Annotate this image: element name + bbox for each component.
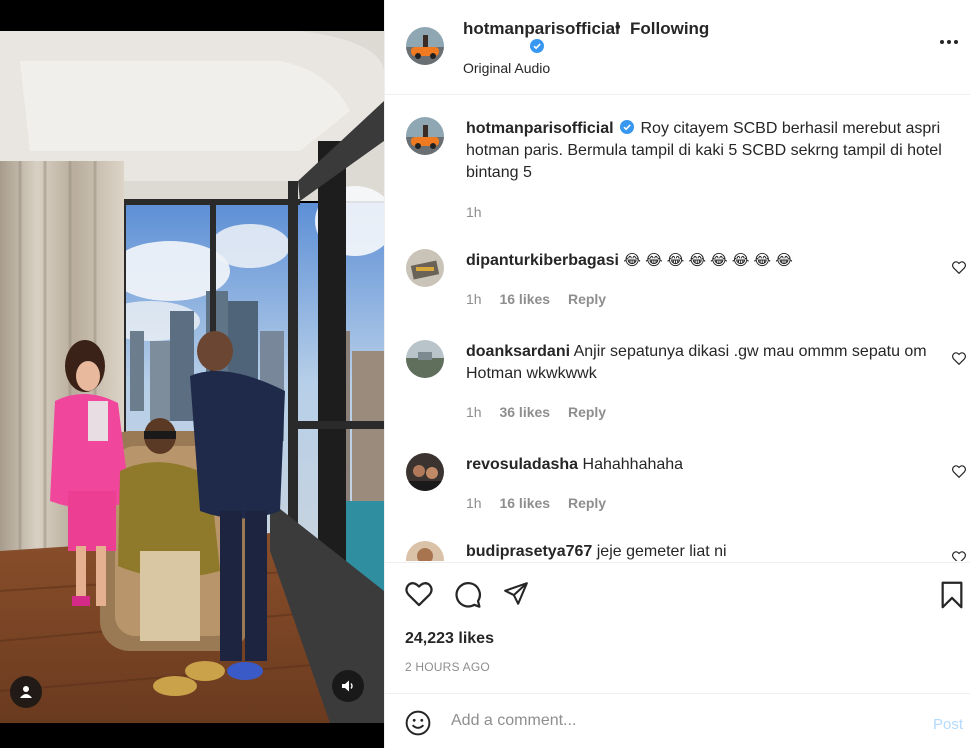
- comment-username[interactable]: revosuladasha: [466, 456, 578, 473]
- speaker-icon: [342, 680, 353, 692]
- bookmark-icon[interactable]: [940, 581, 964, 609]
- commenter-avatar[interactable]: [406, 453, 444, 491]
- original-audio-link[interactable]: Original Audio: [463, 60, 550, 76]
- caption-username[interactable]: hotmanparisofficial: [466, 120, 614, 137]
- comment-meta: 1h 16 likes Reply: [466, 495, 620, 511]
- commenter-avatar[interactable]: [406, 249, 444, 287]
- reply-button[interactable]: Reply: [568, 291, 606, 307]
- post-comment-button[interactable]: Post: [933, 716, 963, 733]
- post-actions: 24,223 likes 2 HOURS AGO: [385, 562, 970, 692]
- comment-text-block: dipanturkiberbagasi 😂 😂 😂 😂 😂 😂 😂 😂: [466, 250, 946, 272]
- comment-like-icon[interactable]: [952, 352, 966, 365]
- commenter-avatar[interactable]: [406, 340, 444, 378]
- caption-meta: 1h: [466, 204, 496, 220]
- comment-input[interactable]: [451, 708, 921, 734]
- comment-time[interactable]: 1h: [466, 291, 482, 307]
- commenter-avatar[interactable]: [406, 541, 444, 561]
- more-options-icon[interactable]: [939, 38, 959, 46]
- post-photo: [0, 31, 384, 723]
- post-header: hotmanparisofficial • Following Original…: [385, 0, 970, 95]
- comment-likes[interactable]: 36 likes: [499, 404, 550, 420]
- comment-likes[interactable]: 16 likes: [499, 291, 550, 307]
- heart-icon[interactable]: [405, 581, 433, 607]
- comments-list[interactable]: hotmanparisofficial Roy citayem SCBD ber…: [385, 96, 970, 561]
- post-details-panel: hotmanparisofficial • Following Original…: [384, 0, 970, 748]
- comment-text-block: revosuladasha Hahahhahaha: [466, 454, 946, 476]
- comment-like-icon[interactable]: [952, 465, 966, 478]
- comment-username[interactable]: dipanturkiberbagasi: [466, 252, 619, 269]
- comment-username[interactable]: doanksardani: [466, 343, 570, 360]
- reply-button[interactable]: Reply: [568, 495, 606, 511]
- post-timestamp[interactable]: 2 HOURS AGO: [405, 660, 490, 674]
- comment-icon[interactable]: [454, 581, 482, 609]
- add-comment-bar: Post: [385, 693, 970, 748]
- verified-badge-icon: [530, 39, 544, 53]
- caption-avatar[interactable]: [406, 117, 444, 155]
- comment-text: Hahahhahaha: [582, 456, 684, 473]
- comment-text-block: doanksardani Anjir sepatunya dikasi .gw …: [466, 341, 946, 385]
- comment-like-icon[interactable]: [952, 261, 966, 274]
- comment-like-icon[interactable]: [952, 551, 966, 561]
- reply-button[interactable]: Reply: [568, 404, 606, 420]
- caption-time[interactable]: 1h: [466, 204, 482, 220]
- comment-text: 😂 😂 😂 😂 😂 😂 😂 😂: [623, 252, 793, 269]
- comment-time[interactable]: 1h: [466, 404, 482, 420]
- verified-badge-icon: [620, 120, 635, 134]
- user-tag-button[interactable]: [10, 676, 42, 708]
- mute-button[interactable]: [332, 670, 364, 702]
- post-media[interactable]: [0, 0, 384, 748]
- comment-text: jeje gemeter liat ni: [596, 543, 727, 560]
- comment-meta: 1h 16 likes Reply: [466, 291, 620, 307]
- comment-meta: 1h 36 likes Reply: [466, 404, 620, 420]
- likes-count[interactable]: 24,223 likes: [405, 630, 494, 648]
- comment-username[interactable]: budiprasetya767: [466, 543, 592, 560]
- comment-text-block: budiprasetya767 jeje gemeter liat ni: [466, 541, 946, 561]
- author-avatar[interactable]: [406, 27, 444, 65]
- share-icon[interactable]: [502, 581, 530, 607]
- author-username[interactable]: hotmanparisofficial: [463, 19, 620, 39]
- comment-likes[interactable]: 16 likes: [499, 495, 550, 511]
- header-separator: •: [615, 19, 621, 36]
- caption-text-block: hotmanparisofficial Roy citayem SCBD ber…: [466, 118, 946, 184]
- user-tag-icon: [20, 686, 32, 698]
- emoji-icon[interactable]: [405, 710, 431, 736]
- comment-time[interactable]: 1h: [466, 495, 482, 511]
- following-button[interactable]: Following: [630, 19, 709, 39]
